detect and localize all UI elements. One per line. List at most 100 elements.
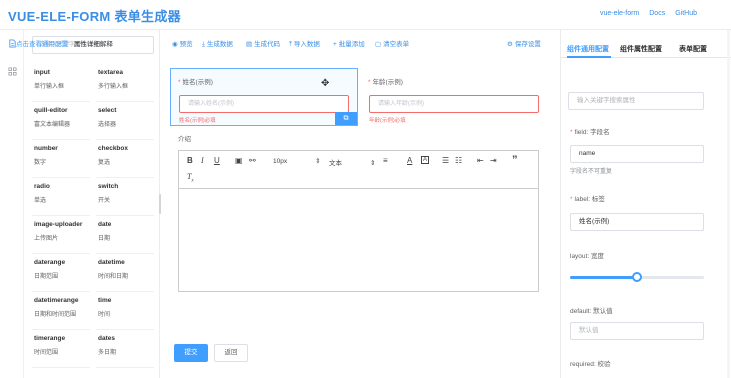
- age-error-text: 年龄(示例)必填: [369, 118, 406, 124]
- component-input[interactable]: input 单行输入框: [32, 66, 94, 104]
- config-scrollbar[interactable]: [727, 30, 730, 378]
- copy-field-button[interactable]: ⧉: [335, 112, 357, 125]
- plus-icon: +: [333, 41, 337, 48]
- field-hint: 字段名不可重复: [570, 169, 613, 175]
- underline-icon[interactable]: U: [214, 156, 220, 165]
- tab-common-config[interactable]: 组件通用配置: [567, 44, 609, 54]
- trash-icon: ▢: [375, 41, 382, 48]
- grid-icon[interactable]: [8, 67, 17, 76]
- component-textarea[interactable]: textarea 多行输入框: [96, 66, 158, 104]
- clear-form-button[interactable]: ▢ 清空表单: [375, 38, 409, 48]
- layout-slider-handle[interactable]: [632, 272, 642, 282]
- name-error-text: 姓名(示例)必填: [179, 118, 216, 124]
- rich-text-editor[interactable]: B I U ▣ ⚯ 10px ⇕ 文本 ⇕ ≡ A A ☰ ☷ ⇤ ⇥ ” Tx: [178, 150, 539, 292]
- link-icon[interactable]: ⚯: [249, 156, 256, 165]
- component-dates[interactable]: dates 多日期: [96, 332, 158, 370]
- bold-icon[interactable]: B: [187, 156, 193, 165]
- component-timerange[interactable]: timerange 时间范围: [32, 332, 94, 370]
- component-time[interactable]: time 时间: [96, 294, 158, 332]
- chevron-icon: ⇕: [370, 160, 376, 167]
- required-mark: *: [570, 196, 573, 203]
- palette-scrollbar[interactable]: [159, 194, 161, 214]
- component-quill-editor[interactable]: quill-editor 富文本编辑器: [32, 104, 94, 142]
- field-label: * field: 字段名: [570, 129, 610, 136]
- align-icon[interactable]: ≡: [383, 156, 388, 165]
- name-input[interactable]: 请输入姓名(示例): [179, 95, 349, 113]
- component-image-uploader[interactable]: image-uploader 上传图片: [32, 218, 94, 256]
- generate-code-button[interactable]: ▤ 生成代码: [246, 38, 280, 48]
- age-input[interactable]: 请输入年龄(示例): [369, 95, 539, 113]
- move-icon[interactable]: ✥: [321, 79, 329, 89]
- required-label: required: 校验: [570, 361, 611, 368]
- required-mark: *: [178, 79, 181, 86]
- component-radio[interactable]: radio 单选: [32, 180, 94, 218]
- text-style-select[interactable]: 文本 ⇕: [329, 157, 375, 167]
- required-mark: *: [570, 129, 573, 136]
- outdent-icon[interactable]: ⇤: [477, 156, 484, 165]
- indent-icon[interactable]: ⇥: [490, 156, 497, 165]
- help-links: 点击查看通用配置 属性详细解释: [16, 38, 113, 48]
- tab-attr-config[interactable]: 组件属性配置: [620, 44, 662, 54]
- link-vue-ele-form[interactable]: vue-ele-form: [600, 10, 639, 17]
- component-daterange[interactable]: daterange 日期范围: [32, 256, 94, 294]
- layout-label: layout: 宽度: [570, 253, 604, 260]
- attr-explanation-link[interactable]: 属性详细解释: [74, 41, 113, 48]
- generate-data-button[interactable]: ⤓ 生成数据: [202, 38, 233, 49]
- form-toolbar: ◉ 预览 ⤓ 生成数据 ▤ 生成代码 ⤒ 导入数据 + 批量添加 ▢ 清空表单 ⚙ 保存设置: [170, 38, 550, 52]
- required-mark: *: [368, 79, 371, 86]
- default-label: default: 默认值: [570, 308, 613, 315]
- import-data-button[interactable]: ⤒ 导入数据: [289, 38, 320, 49]
- italic-icon[interactable]: I: [201, 156, 204, 165]
- clear-format-icon[interactable]: Tx: [187, 172, 194, 184]
- component-datetime[interactable]: datetime 时间和日期: [96, 256, 158, 294]
- component-palette: 请输入关键字查找组件 input 单行输入框 textarea 多行输入框 quil…: [24, 30, 160, 378]
- component-checkbox[interactable]: checkbox 复选: [96, 142, 158, 180]
- name-field-label: * 姓名(示例): [178, 79, 213, 86]
- bullet-list-icon[interactable]: ☷: [455, 156, 462, 165]
- background-color-icon[interactable]: A: [421, 156, 430, 164]
- config-tabs: 组件通用配置 组件属性配置 表单配置: [561, 30, 731, 58]
- font-size-select[interactable]: 10px ⇕: [273, 157, 321, 165]
- submit-button[interactable]: 提交: [174, 344, 208, 362]
- left-rail: [0, 30, 24, 378]
- text-color-icon[interactable]: A: [407, 156, 412, 165]
- layout-slider-fill: [570, 276, 637, 279]
- component-datetimerange[interactable]: datetimerange 日期和时间范围: [32, 294, 94, 332]
- component-number[interactable]: number 数字: [32, 142, 94, 180]
- ordered-list-icon[interactable]: ☰: [442, 156, 449, 165]
- link-github[interactable]: GitHub: [675, 10, 697, 17]
- age-field-label: * 年龄(示例): [368, 79, 403, 86]
- label-input[interactable]: 姓名(示例): [570, 213, 704, 231]
- upload-icon: ⤒: [289, 41, 292, 48]
- view-common-config-link[interactable]: 点击查看通用配置: [16, 41, 68, 48]
- component-select[interactable]: select 选择器: [96, 104, 158, 142]
- component-switch[interactable]: switch 开关: [96, 180, 158, 218]
- back-button[interactable]: 返回: [214, 344, 248, 362]
- editor-toolbar: B I U ▣ ⚯ 10px ⇕ 文本 ⇕ ≡ A A ☰ ☷ ⇤ ⇥ ” Tx: [179, 151, 538, 189]
- eye-icon: ◉: [172, 41, 178, 48]
- tab-active-indicator: [567, 56, 611, 58]
- preview-button[interactable]: ◉ 预览: [172, 38, 193, 48]
- copy-icon: ⧉: [343, 115, 349, 122]
- default-value-input[interactable]: 默认值: [570, 322, 704, 340]
- gear-icon: ⚙: [507, 41, 513, 48]
- batch-add-button[interactable]: + 批量添加: [333, 38, 365, 48]
- intro-field-label: 介绍: [178, 136, 191, 143]
- component-date[interactable]: date 日期: [96, 218, 158, 256]
- layout-slider[interactable]: [570, 272, 704, 282]
- tab-form-config[interactable]: 表单配置: [679, 44, 707, 54]
- header: VUE-ELE-FORM 表单生成器 vue-ele-form Docs Git…: [0, 0, 731, 30]
- download-icon: ⤓: [202, 41, 205, 48]
- save-settings-button[interactable]: ⚙ 保存设置: [507, 38, 541, 48]
- top-links: vue-ele-form Docs GitHub: [600, 10, 697, 17]
- link-docs[interactable]: Docs: [649, 10, 665, 17]
- app-logo[interactable]: VUE-ELE-FORM 表单生成器: [8, 6, 181, 25]
- blockquote-icon[interactable]: ”: [512, 154, 518, 166]
- chevron-icon: ⇕: [315, 158, 321, 165]
- label-label: * label: 标签: [570, 196, 605, 203]
- attr-search-input[interactable]: 输入关键字搜索属性: [568, 92, 704, 110]
- component-grid: input 单行输入框 textarea 多行输入框 quill-editor 富文本…: [32, 66, 158, 370]
- field-name-input[interactable]: name: [570, 145, 704, 163]
- code-icon: ▤: [246, 41, 253, 48]
- image-icon[interactable]: ▣: [235, 156, 243, 165]
